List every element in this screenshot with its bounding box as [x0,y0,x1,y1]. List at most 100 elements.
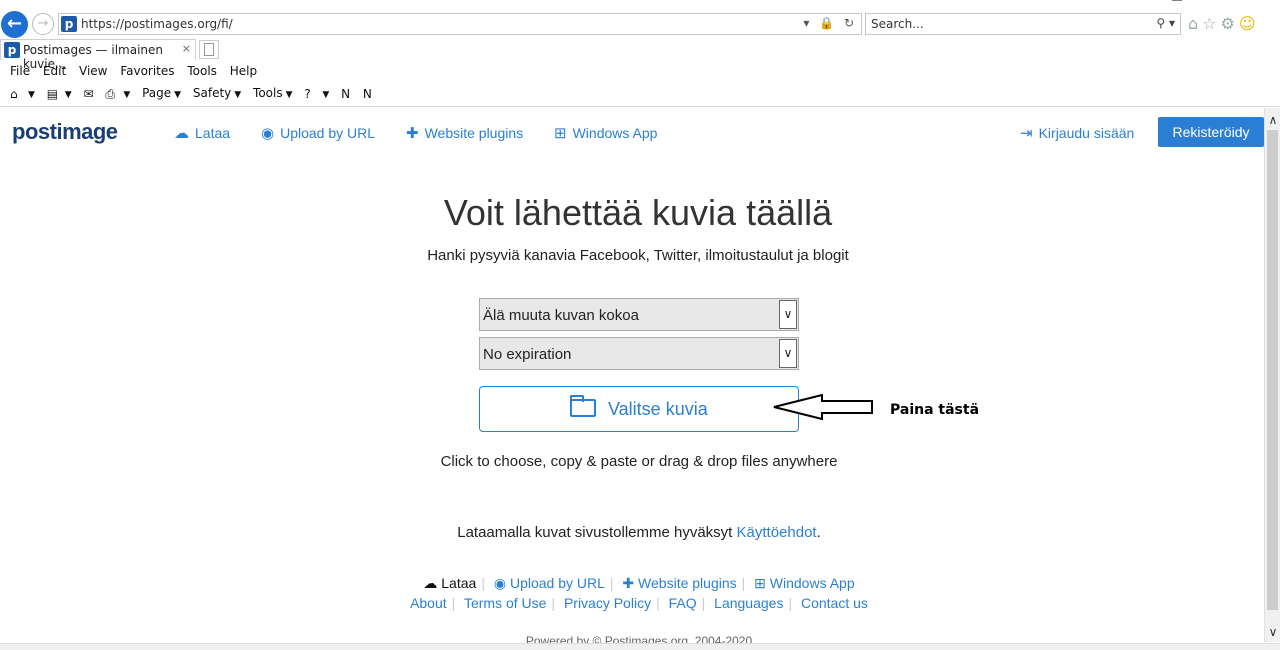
terms-text: Lataamalla kuvat sivustollemme hyväksyt [457,524,737,541]
globe-icon: ◉ [493,575,510,591]
footer-terms[interactable]: Terms of Use [464,595,546,611]
expiration-select-value: No expiration [483,346,572,363]
onenote-icon[interactable]: N [341,87,356,101]
feeds-icon[interactable]: ▤ [47,87,62,101]
address-row: ← → p https://postimages.org/fi/ ▾ 🔒 ↻ S… [0,10,1280,38]
folder-open-icon [570,395,596,417]
annotation-arrow-icon [773,394,873,420]
feedback-smiley-icon[interactable]: ☺ [1239,14,1260,33]
browser-chrome: –□× ← → p https://postimages.org/fi/ ▾ 🔒… [0,0,1280,107]
tab-favicon-icon: p [4,42,20,58]
terms-link[interactable]: Käyttöehdot [737,524,817,541]
footer-faq[interactable]: FAQ [669,595,697,611]
resize-select-value: Älä muuta kuvan kokoa [483,307,639,324]
footer-plugins-label: Website plugins [638,575,737,591]
page-content: postimage ☁ Lataa ◉ Upload by URL ✚ Website… [0,108,1264,650]
command-bar: ⌂ ▼ ▤ ▼ ✉ ⎙ ▼ Page ▼ Safety ▼ Tools ▼ ? ▼ N N [10,86,381,101]
footer-windows-label: Windows App [769,575,855,591]
upload-hint: Click to choose, copy & paste or drag & … [440,453,838,470]
nav-login[interactable]: ⇥ Kirjaudu sisään [1020,124,1134,142]
choose-images-label: Valitse kuvia [608,399,708,419]
favorites-star-icon[interactable]: ☆ [1202,14,1220,33]
scrollbar-thumb[interactable] [1267,130,1278,610]
nav-upload-label: Lataa [195,125,231,141]
terms-notice: Lataamalla kuvat sivustollemme hyväksyt … [0,524,1278,541]
menu-tools[interactable]: Tools [187,64,217,78]
footer-upload[interactable]: ☁ Lataa [423,575,476,591]
tools-menu[interactable]: Tools [253,86,283,100]
onenote-linked-icon[interactable]: N [363,87,378,101]
nav-login-label: Kirjaudu sisään [1038,125,1135,141]
windows-icon: ⊞ [754,575,770,591]
nav-website-plugins[interactable]: ✚ Website plugins [406,124,523,142]
search-icon[interactable]: ⚲ ▾ [1156,16,1175,30]
chevron-down-icon[interactable]: ∨ [779,339,797,368]
back-button[interactable]: ← [1,11,28,38]
nav-upload[interactable]: ☁ Lataa [174,124,230,142]
new-tab-button[interactable] [199,40,219,59]
register-button[interactable]: Rekisteröidy [1158,117,1264,147]
page-menu[interactable]: Page [142,86,171,100]
scroll-up-icon[interactable]: ∧ [1265,112,1280,128]
tab-close-button[interactable]: × [182,42,191,55]
logo-part-post: post [12,119,57,144]
footer-languages[interactable]: Languages [714,595,783,611]
settings-gear-icon[interactable]: ⚙ [1221,14,1239,33]
footer-windows-app[interactable]: ⊞ Windows App [754,575,854,591]
window-controls[interactable]: –□× [1130,0,1262,3]
vertical-scrollbar[interactable]: ∧ ∨ [1264,108,1280,642]
terms-end: . [816,524,821,541]
site-logo[interactable]: postimage [12,119,118,145]
address-actions[interactable]: ▾ 🔒 ↻ [803,16,857,30]
puzzle-icon: ✚ [406,125,419,142]
site-favicon-icon: p [61,16,77,32]
search-input[interactable]: Search... [871,17,924,31]
tab-postimages[interactable]: p Postimages — ilmainen kuvie... × [0,39,196,71]
footer-primary-links: ☁ Lataa | ◉ Upload by URL | ✚ Website plug… [423,575,855,591]
home-icon[interactable]: ⌂ [1188,14,1202,33]
print-icon[interactable]: ⎙ [105,87,120,101]
safety-menu[interactable]: Safety [193,86,231,100]
footer-secondary-links: About | Terms of Use | Privacy Policy | FAQ… [410,595,868,611]
mail-icon[interactable]: ✉ [84,87,99,101]
chevron-down-icon[interactable]: ∨ [779,300,797,329]
tab-strip: p Postimages — ilmainen kuvie... × [0,39,1280,71]
page-title: Voit lähettää kuvia täällä [443,192,833,233]
scroll-down-icon[interactable]: ∨ [1265,624,1280,640]
menu-view[interactable]: View [79,64,107,78]
logo-part-image: image [56,119,118,144]
address-url[interactable]: https://postimages.org/fi/ [81,17,233,31]
nav-upload-by-url[interactable]: ◉ Upload by URL [261,124,375,142]
windows-icon: ⊞ [554,125,567,142]
globe-icon: ◉ [261,125,275,142]
help-icon[interactable]: ? [304,87,319,101]
menu-bar: File Edit View Favorites Tools Help [10,64,266,78]
footer-upload-label: Lataa [441,575,477,591]
nav-windows-label: Windows App [572,125,658,141]
nav-windows-app[interactable]: ⊞ Windows App [554,124,657,142]
resize-select[interactable]: Älä muuta kuvan kokoa ∨ [479,298,799,331]
footer-contact[interactable]: Contact us [801,595,868,611]
new-tab-icon [204,43,214,56]
nav-upload-url-label: Upload by URL [280,125,376,141]
footer-privacy[interactable]: Privacy Policy [564,595,651,611]
search-box[interactable]: Search... ⚲ ▾ [865,13,1181,35]
address-bar[interactable]: p https://postimages.org/fi/ ▾ 🔒 ↻ [58,13,862,35]
footer-website-plugins[interactable]: ✚ Website plugins [622,575,736,591]
footer-upload-by-url[interactable]: ◉ Upload by URL [494,575,605,591]
menu-edit[interactable]: Edit [43,64,66,78]
footer-about[interactable]: About [410,595,447,611]
menu-favorites[interactable]: Favorites [120,64,174,78]
status-strip [0,643,1280,650]
page-subtitle: Hanki pysyviä kanavia Facebook, Twitter,… [427,247,849,264]
cloud-upload-icon: ☁ [174,125,189,142]
forward-button[interactable]: → [32,13,54,35]
browser-toolbar-icons: ⌂☆⚙☺ [1188,14,1260,33]
puzzle-icon: ✚ [622,575,639,591]
choose-images-button[interactable]: Valitse kuvia [479,386,799,432]
menu-help[interactable]: Help [230,64,257,78]
menu-file[interactable]: File [10,64,30,78]
cloud-upload-icon: ☁ [423,575,442,591]
home-cmd-icon[interactable]: ⌂ [10,87,25,101]
expiration-select[interactable]: No expiration ∨ [479,337,799,370]
